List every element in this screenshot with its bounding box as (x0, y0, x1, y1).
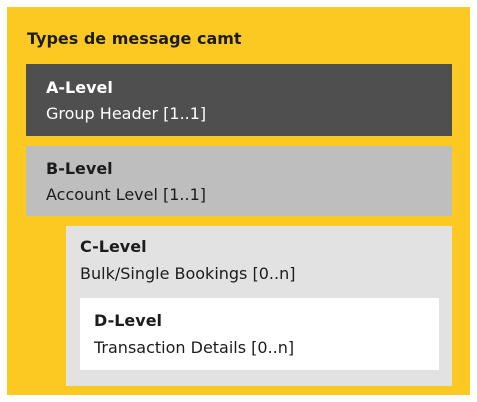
d-level-label: D-Level (94, 311, 163, 330)
b-level-box: B-Level Account Level [1..1] (26, 146, 452, 216)
d-level-description: Transaction Details [0..n] (94, 338, 295, 357)
d-level-box: D-Level Transaction Details [0..n] (80, 298, 439, 370)
b-level-description: Account Level [1..1] (46, 185, 207, 204)
c-level-label: C-Level (80, 237, 147, 256)
a-level-description: Group Header [1..1] (46, 104, 207, 123)
a-level-box: A-Level Group Header [1..1] (26, 64, 452, 136)
b-level-label: B-Level (46, 159, 113, 178)
a-level-label: A-Level (46, 78, 113, 97)
diagram-title: Types de message camt (27, 29, 242, 48)
c-level-description: Bulk/Single Bookings [0..n] (80, 264, 296, 283)
